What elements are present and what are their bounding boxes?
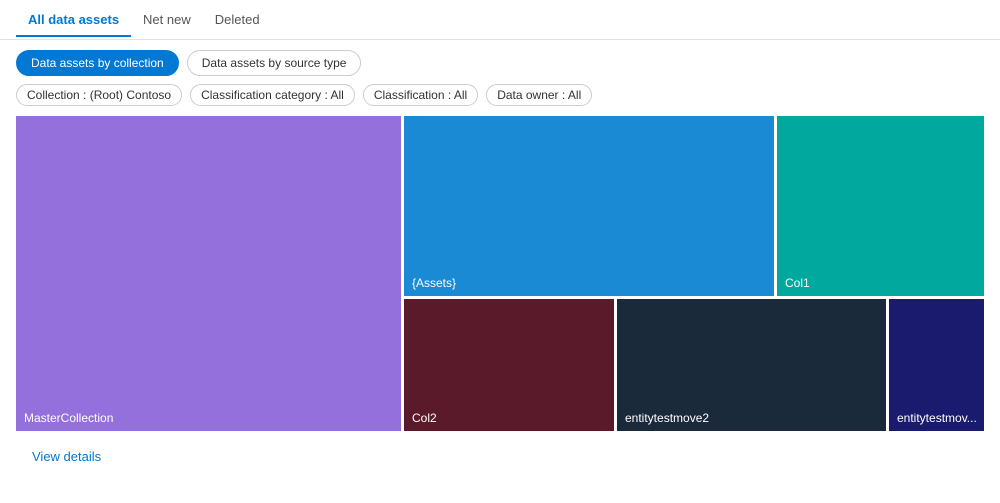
treemap-bottom-row: Col2 entitytestmove2 entitytestmov... — [404, 299, 984, 431]
filter-data-owner[interactable]: Data owner : All — [486, 84, 592, 106]
treemap-right: {Assets} Col1 Col2 entitytestmove2 entit… — [404, 116, 984, 431]
filter-collection[interactable]: Collection : (Root) Contoso — [16, 84, 182, 106]
treemap-block-assets[interactable]: {Assets} — [404, 116, 774, 296]
tab-net-new[interactable]: Net new — [131, 4, 203, 37]
filter-classification[interactable]: Classification : All — [363, 84, 478, 106]
treemap-label-assets: {Assets} — [404, 270, 464, 296]
treemap-label-entitytestmove2: entitytestmove2 — [617, 405, 717, 431]
btn-by-source-type[interactable]: Data assets by source type — [187, 50, 362, 76]
filter-row: Collection : (Root) Contoso Classificati… — [0, 84, 1000, 116]
btn-by-collection[interactable]: Data assets by collection — [16, 50, 179, 76]
treemap-top-row: {Assets} Col1 — [404, 116, 984, 296]
tab-all-data-assets[interactable]: All data assets — [16, 4, 131, 37]
tab-deleted[interactable]: Deleted — [203, 4, 272, 37]
top-tab-bar: All data assets Net new Deleted — [0, 0, 1000, 40]
treemap-block-master[interactable]: MasterCollection — [16, 116, 401, 431]
treemap-label-master: MasterCollection — [16, 405, 121, 431]
treemap-block-col2[interactable]: Col2 — [404, 299, 614, 431]
treemap-label-col1: Col1 — [777, 270, 818, 296]
view-details-link[interactable]: View details — [16, 439, 117, 474]
treemap: MasterCollection {Assets} Col1 Col2 enti… — [16, 116, 984, 431]
filter-classification-category[interactable]: Classification category : All — [190, 84, 355, 106]
view-toggle-row: Data assets by collection Data assets by… — [0, 40, 1000, 84]
treemap-block-entitytestmov[interactable]: entitytestmov... — [889, 299, 984, 431]
treemap-block-entitytestmove2[interactable]: entitytestmove2 — [617, 299, 886, 431]
treemap-block-col1[interactable]: Col1 — [777, 116, 984, 296]
treemap-label-entitytestmov: entitytestmov... — [889, 405, 984, 431]
treemap-label-col2: Col2 — [404, 405, 445, 431]
footer: View details — [0, 431, 1000, 482]
